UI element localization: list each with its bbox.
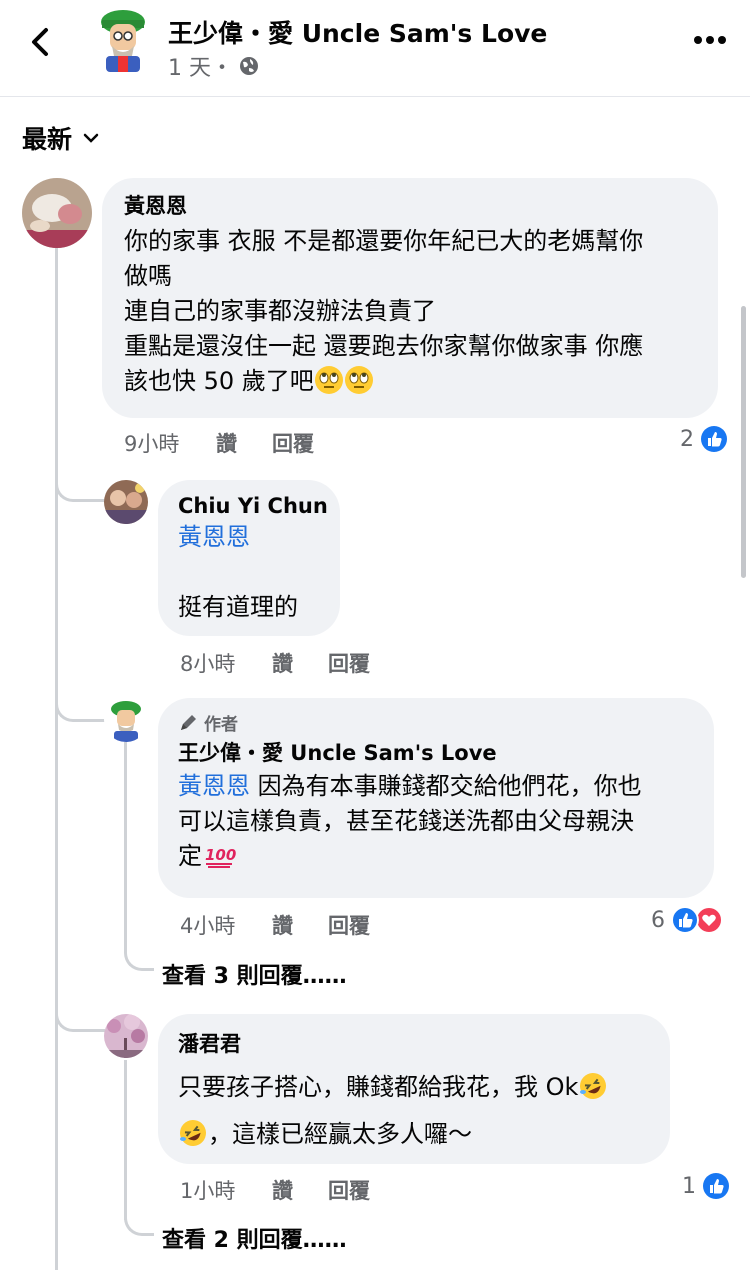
comment-author[interactable]: 王少偉・愛 Uncle Sam's Love xyxy=(178,737,694,767)
chevron-down-icon xyxy=(83,133,99,143)
author-badge-label: 作者 xyxy=(204,715,238,735)
comment-text-line: 連自己的家事都沒辦法負責了 xyxy=(124,297,436,325)
comment-text-row: 只要孩子搭心，賺錢都給我花，我 Ok xyxy=(178,1070,650,1105)
comment-text-line: 重點是還沒住一起 還要跑去你家幫你做家事 你應 xyxy=(124,332,644,360)
comment-actions: 8小時 讚 回覆 xyxy=(180,648,370,678)
thread-connector xyxy=(55,460,105,502)
reply-button[interactable]: 回覆 xyxy=(328,648,370,678)
comment-time: 4小時 xyxy=(180,914,236,938)
comment-time: 8小時 xyxy=(180,652,236,676)
reaction-summary[interactable]: 2 xyxy=(680,425,728,453)
like-button[interactable]: 讚 xyxy=(272,1175,328,1205)
reaction-count: 1 xyxy=(682,1173,696,1199)
comment-text-line: 定 xyxy=(178,842,202,870)
comment-text-line: 該也快 50 歲了吧 xyxy=(124,367,314,395)
page-title[interactable]: 王少偉・愛 Uncle Sam's Love xyxy=(168,14,547,50)
commenter-avatar[interactable] xyxy=(22,178,92,248)
comment-bubble: 黃恩恩 你的家事 衣服 不是都還要你年紀已大的老媽幫你 做嗎 連自己的家事都沒辦… xyxy=(102,178,718,418)
commenter-avatar[interactable] xyxy=(104,698,148,742)
comment-bubble: 作者 王少偉・愛 Uncle Sam's Love 黃恩恩 因為有本事賺錢都交給… xyxy=(158,698,714,898)
comment-text-line: 挺有道理的 xyxy=(178,593,298,621)
comment-bubble: Chiu Yi Chun 黃恩恩 挺有道理的 xyxy=(158,480,340,636)
like-button[interactable]: 讚 xyxy=(216,428,272,458)
comment-author[interactable]: Chiu Yi Chun xyxy=(178,494,328,518)
eye-roll-emoji-icon xyxy=(344,366,373,394)
thread-connector xyxy=(55,990,105,1032)
comment-text-line: 做嗎 xyxy=(124,262,172,290)
like-button[interactable]: 讚 xyxy=(272,648,328,678)
comment-text-row: 該也快 50 歲了吧 xyxy=(124,364,696,399)
like-button[interactable]: 讚 xyxy=(272,910,328,940)
comment-time: 1小時 xyxy=(180,1179,236,1203)
comment-author[interactable]: 黃恩恩 xyxy=(124,190,696,220)
like-reaction-icon xyxy=(703,1173,729,1199)
eye-roll-emoji-icon xyxy=(314,366,343,394)
reaction-icons xyxy=(671,906,723,934)
comment-text-row: 黃恩恩 因為有本事賺錢都交給他們花，你也 xyxy=(178,769,694,804)
comment-author[interactable]: 潘君君 xyxy=(178,1028,650,1058)
comment-spacer xyxy=(178,555,320,590)
svg-text:100: 100 xyxy=(205,846,236,864)
post-header: 王少偉・愛 Uncle Sam's Love 1 天・ xyxy=(0,0,750,97)
sort-dropdown[interactable]: 最新 xyxy=(22,120,100,156)
reply-thread-line xyxy=(124,742,127,952)
mention-link[interactable]: 黃恩恩 xyxy=(178,772,250,800)
reaction-summary[interactable]: 6 xyxy=(651,906,723,934)
reply-button[interactable]: 回覆 xyxy=(328,1175,370,1205)
love-reaction-icon xyxy=(695,906,723,934)
comment-actions: 9小時 讚 回覆 xyxy=(124,428,314,458)
scrollbar-thumb[interactable] xyxy=(741,306,746,578)
page-avatar[interactable] xyxy=(90,6,156,74)
more-options-icon[interactable] xyxy=(690,28,730,52)
pencil-icon xyxy=(181,714,196,730)
author-badge: 作者 xyxy=(178,710,694,735)
reply-thread-connector xyxy=(124,935,154,971)
view-replies-link[interactable]: 查看 2 則回覆…… xyxy=(162,1222,347,1254)
commenter-avatar[interactable] xyxy=(104,1014,148,1058)
reply-button[interactable]: 回覆 xyxy=(272,428,314,458)
reaction-summary[interactable]: 1 xyxy=(682,1172,730,1200)
comment-bubble: 潘君君 只要孩子搭心，賺錢都給我花，我 Ok ，這樣已經贏太多人囉～ xyxy=(158,1014,670,1164)
reaction-count: 2 xyxy=(680,426,694,452)
view-replies-link[interactable]: 查看 3 則回覆…… xyxy=(162,958,347,990)
comment-text-row: 定 100 xyxy=(178,839,694,874)
comment-actions: 4小時 讚 回覆 xyxy=(180,910,370,940)
thread-connector xyxy=(55,680,105,722)
rofl-emoji-icon xyxy=(580,1073,607,1099)
reply-thread-line xyxy=(124,1060,127,1220)
hundred-points-emoji-icon: 100 xyxy=(205,846,236,868)
comment-text-line: 可以這樣負責，甚至花錢送洗都由父母親決 xyxy=(178,807,634,835)
comment-text-row: ，這樣已經贏太多人囉～ xyxy=(178,1117,650,1152)
comment-text-line: 只要孩子搭心，賺錢都給我花，我 Ok xyxy=(178,1073,579,1101)
rofl-emoji-icon xyxy=(180,1120,206,1146)
reply-thread-connector xyxy=(124,1198,154,1236)
sort-label: 最新 xyxy=(22,125,73,154)
thread-line xyxy=(55,248,58,1270)
post-time: 1 天・ xyxy=(168,56,233,81)
comment-text-line: ，這樣已經贏太多人囉～ xyxy=(208,1120,472,1148)
like-reaction-icon xyxy=(701,426,727,452)
reaction-count: 6 xyxy=(651,907,665,933)
reply-button[interactable]: 回覆 xyxy=(328,910,370,940)
back-arrow-icon[interactable] xyxy=(22,22,62,62)
comment-text-line: 你的家事 衣服 不是都還要你年紀已大的老媽幫你 xyxy=(124,227,644,255)
comment-actions: 1小時 讚 回覆 xyxy=(180,1175,370,1205)
comment-time: 9小時 xyxy=(124,432,180,456)
commenter-avatar[interactable] xyxy=(104,480,148,524)
like-reaction-icon xyxy=(671,906,699,934)
globe-icon xyxy=(240,57,258,75)
mention-link[interactable]: 黃恩恩 xyxy=(178,520,320,555)
post-meta: 1 天・ xyxy=(168,50,259,82)
comment-text-line: 因為有本事賺錢都交給他們花，你也 xyxy=(250,772,642,800)
